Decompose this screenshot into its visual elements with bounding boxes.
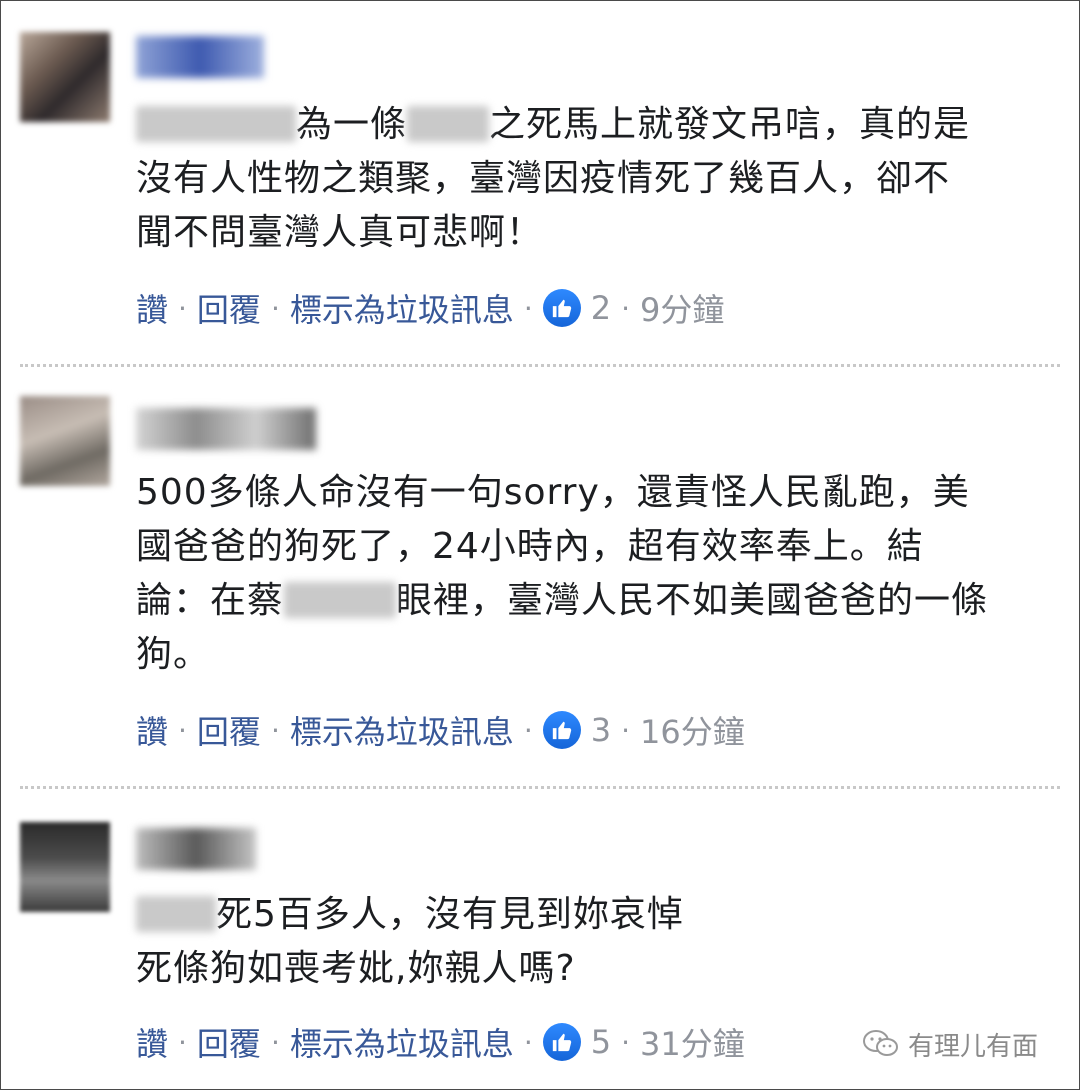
comment-text: 500多條人命沒有一句sorry，還責怪人民亂跑，美 國爸爸的狗死了，24小時內… [136,466,1056,682]
mark-as-spam-link[interactable]: 標示為垃圾訊息 [290,285,514,331]
comment-text-line: 國爸爸的狗死了，24小時內，超有效率奉上。結 [136,526,924,567]
comment-text-line: 狗。 [136,634,211,675]
comment-text-line: 為一條 [296,104,408,145]
separator: · [523,291,533,325]
separator: · [178,1025,187,1059]
redacted-text [407,106,490,142]
separator: · [270,291,280,325]
thumbs-up-icon[interactable] [542,289,581,327]
watermark: 有理儿有面 [862,1024,1038,1064]
mark-as-spam-link[interactable]: 標示為垃圾訊息 [290,707,514,753]
redacted-text [136,896,216,932]
avatar[interactable] [20,32,110,122]
commenter-name[interactable] [136,828,256,870]
commenter-name[interactable] [136,408,316,450]
comment-actions: 讚 · 回覆 · 標示為垃圾訊息 · 3 · 16分鐘 [136,708,745,752]
like-link[interactable]: 讚 [136,707,168,753]
comment-text: 死5百多人，沒有見到妳哀悼 死條狗如喪考妣,妳親人嗎? [136,888,1056,996]
comment-actions: 讚 · 回覆 · 標示為垃圾訊息 · 2 · 9分鐘 [136,286,724,330]
timestamp[interactable]: 31分鐘 [640,1019,745,1065]
comment-text-line: 眼裡，臺灣人民不如美國爸爸的一條 [396,580,989,621]
comment-text-line: 死5百多人，沒有見到妳哀悼 [216,894,684,935]
separator: · [270,1025,280,1059]
avatar[interactable] [20,396,110,486]
like-link[interactable]: 讚 [136,285,168,331]
watermark-text: 有理儿有面 [908,1031,1039,1062]
thumbs-up-icon[interactable] [542,711,581,749]
separator: · [178,291,187,325]
separator: · [621,713,631,747]
separator: · [270,713,280,747]
comment-text-line: 500多條人命沒有一句sorry，還責怪人民亂跑，美 [136,472,970,513]
avatar[interactable] [20,822,110,912]
comment-divider [20,364,1060,367]
comment-text-line: 沒有人性物之類聚，臺灣因疫情死了幾百人，卻不 [136,158,951,199]
comment-divider [20,786,1060,789]
redacted-text [284,582,397,618]
separator: · [178,713,187,747]
timestamp[interactable]: 9分鐘 [640,285,724,331]
comment-actions: 讚 · 回覆 · 標示為垃圾訊息 · 5 · 31分鐘 [136,1020,745,1064]
like-link[interactable]: 讚 [136,1019,168,1065]
reply-link[interactable]: 回覆 [197,1019,261,1065]
mark-as-spam-link[interactable]: 標示為垃圾訊息 [290,1019,514,1065]
comment-text-line: 之死馬上就發文吊唁，真的是 [489,104,971,145]
like-count[interactable]: 3 [591,711,611,749]
redacted-text [136,106,296,142]
separator: · [523,713,533,747]
separator: · [523,1025,533,1059]
comment-text-line: 聞不問臺灣人真可悲啊！ [136,212,544,253]
reply-link[interactable]: 回覆 [197,285,261,331]
comment-text-line: 論：在蔡 [136,580,285,621]
comment-text-line: 死條狗如喪考妣,妳親人嗎? [136,948,576,989]
wechat-icon [863,1030,898,1056]
separator: · [621,291,631,325]
timestamp[interactable]: 16分鐘 [640,707,745,753]
separator: · [621,1025,631,1059]
like-count[interactable]: 2 [591,289,611,327]
comment-text: 為一條 之死馬上就發文吊唁，真的是 沒有人性物之類聚，臺灣因疫情死了幾百人，卻不 … [136,98,1056,260]
reply-link[interactable]: 回覆 [197,707,261,753]
commenter-name[interactable] [136,36,264,78]
thumbs-up-icon[interactable] [542,1023,581,1061]
like-count[interactable]: 5 [591,1023,611,1061]
